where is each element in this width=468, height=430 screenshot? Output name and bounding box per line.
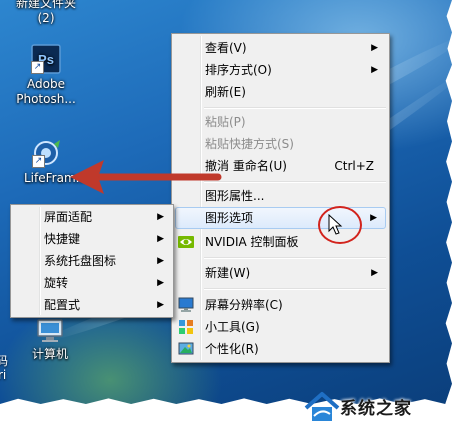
annotation-arrow-icon xyxy=(70,160,222,194)
watermark-logo: 系统之家 xyxy=(300,388,466,428)
mouse-cursor-icon xyxy=(328,214,343,235)
watermark-text: 系统之家 xyxy=(340,399,412,419)
house-logo-icon xyxy=(304,392,340,421)
screenshot-stage: 新建文件夹 (2) Ps ↗ Adobe Photosh... ↗ LifeFr… xyxy=(0,0,468,430)
